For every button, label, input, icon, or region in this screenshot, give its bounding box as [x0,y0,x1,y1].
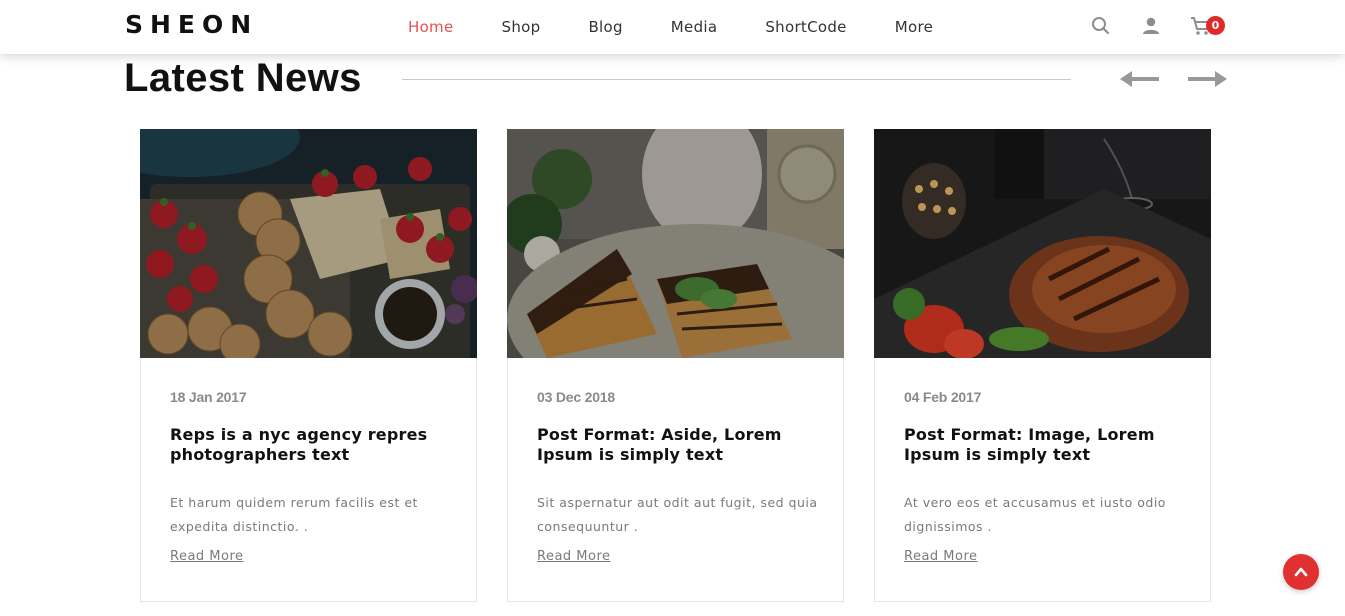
scroll-to-top-button[interactable] [1283,554,1319,590]
post-image[interactable] [507,129,844,358]
news-card: 03 Dec 2018 Post Format: Aside, Lorem Ip… [507,129,844,602]
cart-icon[interactable]: 0 [1189,14,1225,38]
nav-blog[interactable]: Blog [564,0,646,54]
post-image[interactable] [874,129,1211,358]
post-date: 03 Dec 2018 [537,389,615,405]
arrow-left-icon[interactable] [1120,68,1160,90]
cart-count-badge: 0 [1206,16,1225,35]
nav-shop[interactable]: Shop [478,0,565,54]
main-nav: Home Shop Blog Media ShortCode More [384,0,957,54]
nav-home[interactable]: Home [384,0,478,54]
post-image[interactable] [140,129,477,358]
post-date: 04 Feb 2017 [904,389,982,405]
nav-media[interactable]: Media [647,0,742,54]
read-more-link[interactable]: Read More [904,549,978,564]
chevron-up-icon [1294,567,1308,577]
card-body: 03 Dec 2018 Post Format: Aside, Lorem Ip… [537,389,827,564]
title-divider [402,79,1071,80]
news-card: 04 Feb 2017 Post Format: Image, Lorem Ip… [874,129,1211,602]
post-excerpt: Et harum quidem rerum facilis est et exp… [170,495,418,534]
card-body: 04 Feb 2017 Post Format: Image, Lorem Ip… [904,389,1194,564]
post-title[interactable]: Post Format: Image, Lorem Ipsum is simpl… [904,425,1194,465]
card-body: 18 Jan 2017 Reps is a nyc agency repres … [170,389,460,564]
news-card: 18 Jan 2017 Reps is a nyc agency repres … [140,129,477,602]
site-logo[interactable]: SHEON [125,10,258,39]
post-date: 18 Jan 2017 [170,389,247,405]
post-excerpt: At vero eos et accusamus et iusto odio d… [904,495,1166,534]
post-title[interactable]: Post Format: Aside, Lorem Ipsum is simpl… [537,425,827,465]
post-excerpt: Sit aspernatur aut odit aut fugit, sed q… [537,495,818,534]
search-icon[interactable] [1089,14,1113,38]
read-more-link[interactable]: Read More [537,549,611,564]
arrow-right-icon[interactable] [1187,68,1227,90]
nav-more[interactable]: More [871,0,957,54]
read-more-link[interactable]: Read More [170,549,244,564]
site-header: SHEON Home Shop Blog Media ShortCode Mor… [0,0,1345,54]
post-title[interactable]: Reps is a nyc agency repres photographer… [170,425,460,465]
header-actions: 0 [1089,14,1225,38]
section-title: Latest News [124,56,362,100]
nav-shortcode[interactable]: ShortCode [741,0,870,54]
user-icon[interactable] [1139,14,1163,38]
